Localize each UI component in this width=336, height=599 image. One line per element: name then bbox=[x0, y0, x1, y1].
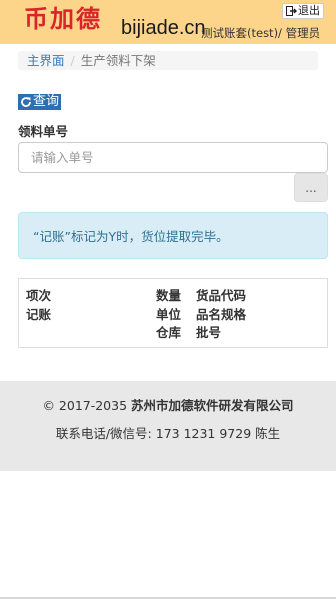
footer-contact: 联系电话/微信号: 173 1231 9729 陈生 bbox=[55, 426, 281, 441]
breadcrumb-separator: / bbox=[70, 53, 75, 68]
company-name: 苏州市加德软件研发有限公司 bbox=[131, 398, 294, 413]
logout-icon bbox=[286, 6, 297, 16]
list-header-col-item: 项次 记账 bbox=[26, 287, 51, 324]
query-label: 查询 bbox=[33, 94, 60, 109]
list-header-col-qty: 数量 单位 仓库 bbox=[156, 287, 181, 343]
browse-button[interactable]: ... bbox=[294, 173, 328, 202]
page-footer: © 2017-2035 苏州市加德软件研发有限公司 联系电话/微信号: 173 … bbox=[0, 381, 336, 471]
header-item-no: 项次 bbox=[26, 288, 52, 303]
header-quantity: 数量 bbox=[156, 288, 182, 303]
query-button[interactable]: 查询 bbox=[18, 94, 62, 110]
site-domain: bijiade.cn bbox=[121, 17, 206, 39]
header-posted: 记账 bbox=[26, 306, 52, 322]
header-warehouse: 仓库 bbox=[156, 325, 182, 340]
logout-label: 退出 bbox=[298, 4, 320, 17]
footer-copyright: © 2017-2035 苏州市加德软件研发有限公司 bbox=[0, 397, 336, 415]
brand-logo: 币加德 bbox=[24, 4, 102, 33]
list-header: 项次 记账 数量 单位 仓库 货品代码 品名规格 批号 bbox=[18, 278, 328, 348]
header-product-spec: 品名规格 bbox=[196, 306, 247, 322]
header-batch-no: 批号 bbox=[196, 325, 222, 340]
breadcrumb-home-link[interactable]: 主界面 bbox=[27, 53, 65, 68]
header-product-code: 货品代码 bbox=[196, 288, 247, 303]
breadcrumb-current: 生产领料下架 bbox=[80, 53, 156, 68]
breadcrumb: 主界面 / 生产领料下架 bbox=[18, 51, 318, 70]
order-number-input[interactable] bbox=[18, 142, 328, 173]
info-alert: “记账”标记为Y时，货位提取完毕。 bbox=[18, 212, 328, 259]
user-account-info[interactable]: 测试账套(test)/ 管理员 bbox=[201, 25, 320, 41]
top-header: 币加德 bijiade.cn 退出 测试账套(test)/ 管理员 bbox=[0, 0, 336, 44]
logout-button[interactable]: 退出 bbox=[282, 3, 324, 19]
copyright-years: © 2017-2035 bbox=[42, 398, 132, 413]
info-alert-text: “记账”标记为Y时，货位提取完毕。 bbox=[33, 229, 229, 244]
header-unit: 单位 bbox=[156, 306, 182, 322]
order-number-label: 领料单号 bbox=[18, 124, 69, 139]
list-header-col-product: 货品代码 品名规格 批号 bbox=[196, 287, 246, 343]
refresh-icon bbox=[20, 96, 32, 108]
